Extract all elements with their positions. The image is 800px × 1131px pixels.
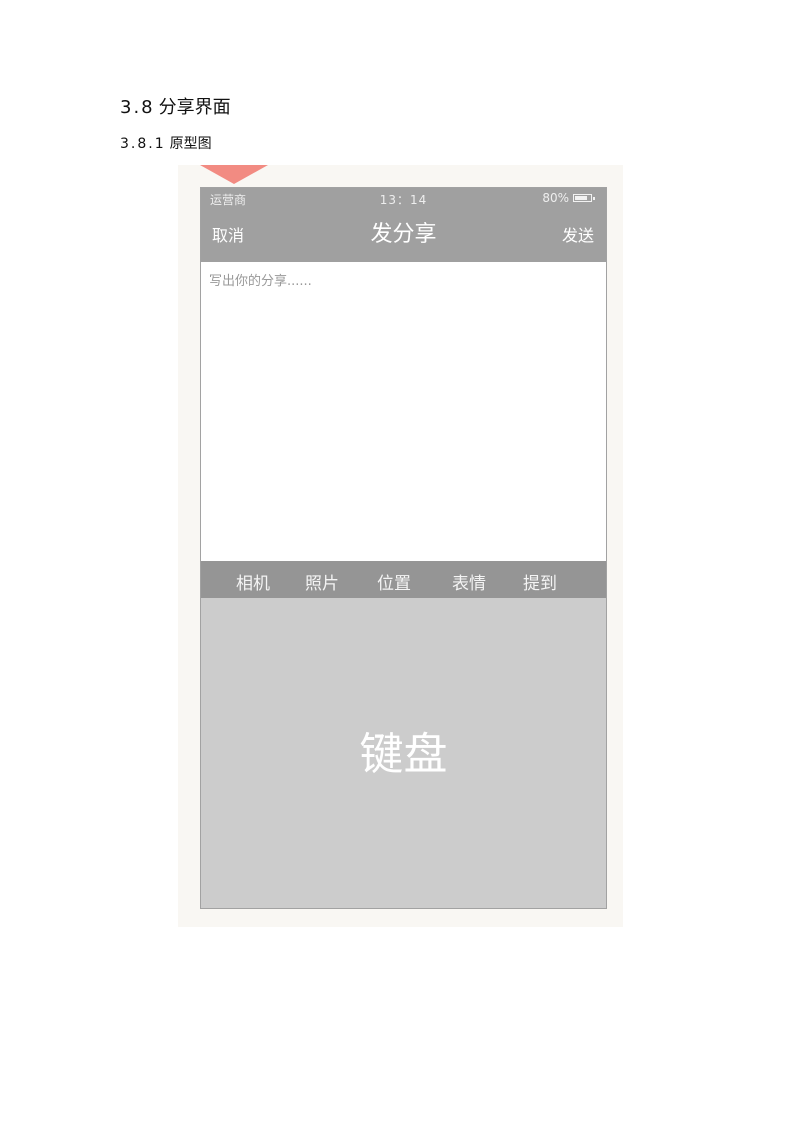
compose-area [201,262,606,561]
send-button[interactable]: 发送 [562,222,594,246]
top-bar: 运营商 13：14 80% 取消 发分享 发送 [201,188,606,262]
battery-icon [573,194,595,202]
toolbar-emoji-button[interactable]: 表情 [452,569,486,594]
keyboard-area[interactable]: 键盘 [201,598,606,908]
phone-mockup: 运营商 13：14 80% 取消 发分享 发送 相机 照片 位置 表情 提到 键… [200,187,607,909]
subsection-number: 3.8.1 [120,136,166,152]
section-number: 3.8 [120,97,155,118]
toolbar-camera-button[interactable]: 相机 [236,569,270,594]
battery-percent: 80% [542,191,569,205]
subsection-heading: 3.8.1 原型图 [120,134,212,154]
section-title: 分享界面 [158,97,231,118]
toolbar-location-button[interactable]: 位置 [377,569,411,594]
subsection-title: 原型图 [169,136,212,152]
toolbar-photos-button[interactable]: 照片 [305,569,339,594]
section-heading: 3.8 分享界面 [120,96,231,120]
share-text-input[interactable] [201,262,606,561]
figure-marker-triangle [200,165,268,184]
status-battery: 80% [542,191,595,205]
page-title: 发分享 [370,222,437,247]
keyboard-label: 键盘 [359,729,448,780]
attachment-toolbar: 相机 照片 位置 表情 提到 [201,561,606,598]
toolbar-mention-button[interactable]: 提到 [523,569,557,594]
